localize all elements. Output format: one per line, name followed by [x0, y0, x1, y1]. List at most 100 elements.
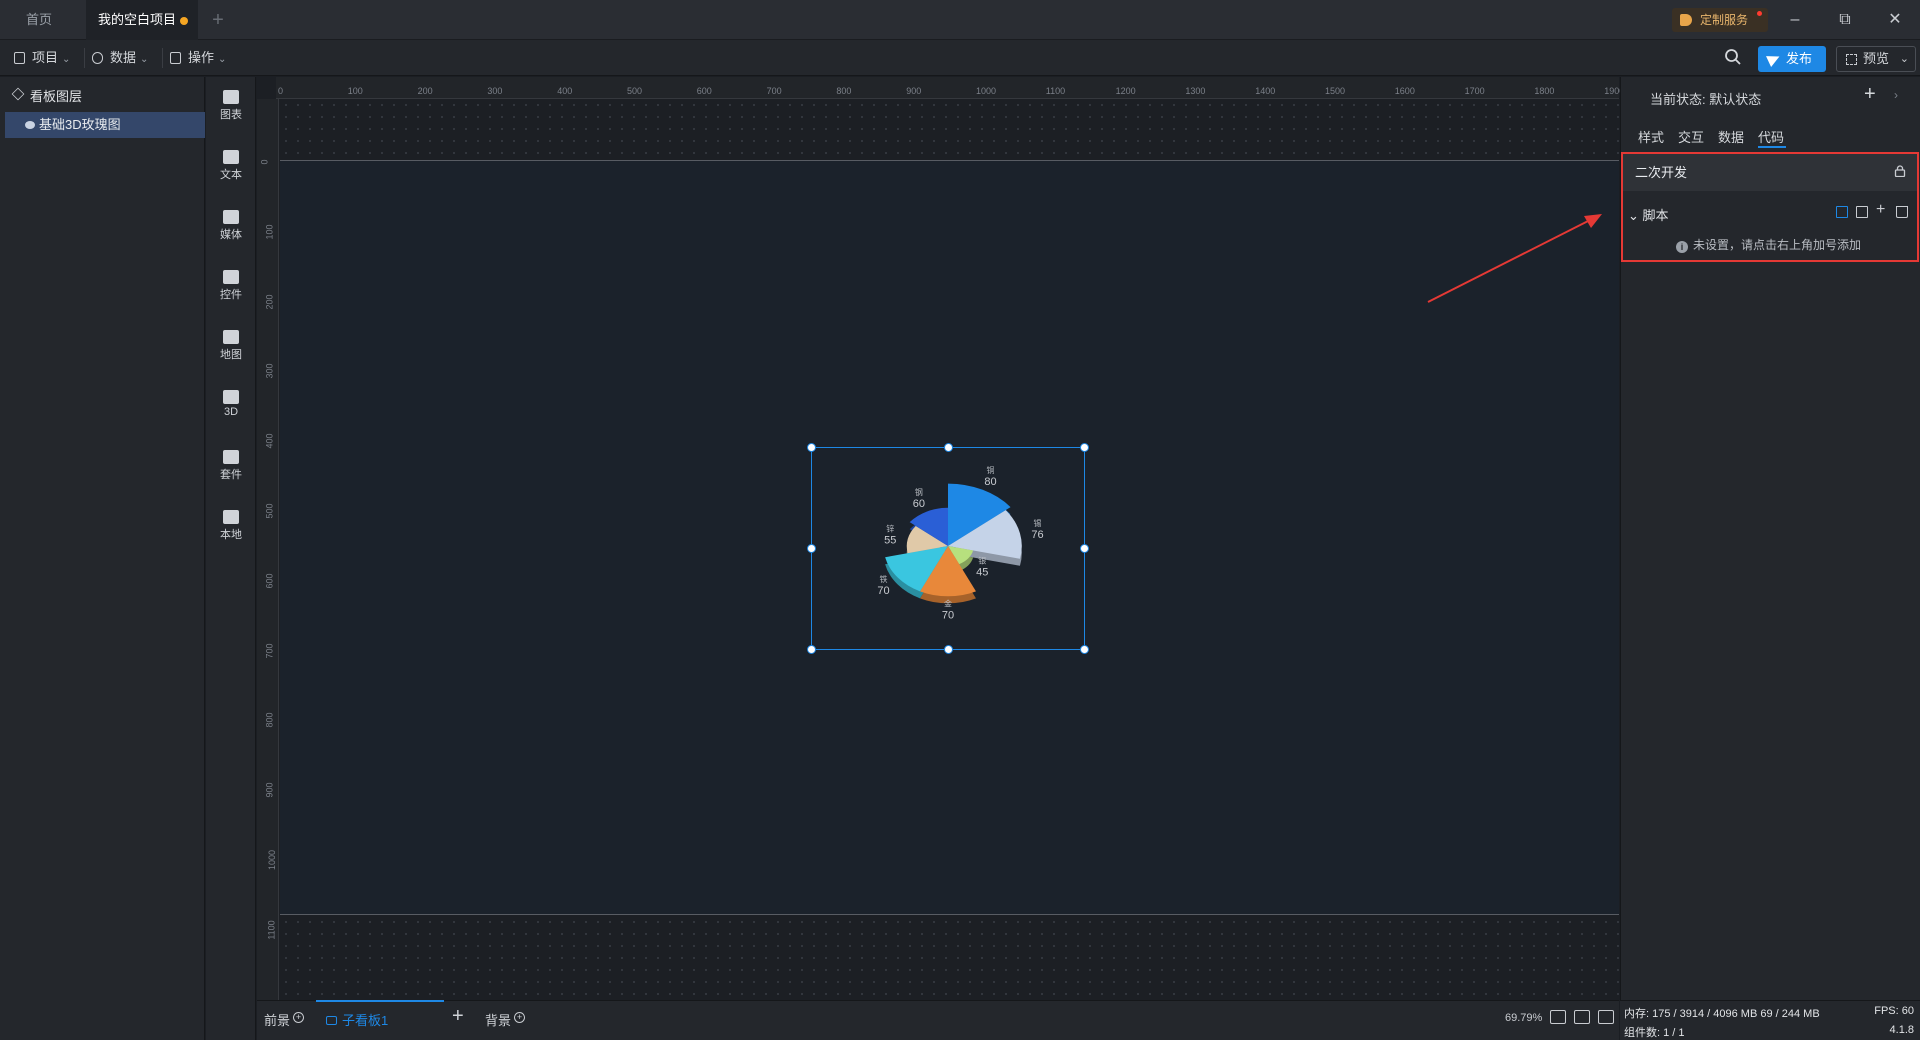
layer-item[interactable]: 基础3D玫瑰图	[5, 112, 205, 138]
minimize-button[interactable]: –	[1771, 0, 1819, 40]
active-tab-indicator	[1758, 146, 1786, 148]
script-section-toggle[interactable]: ⌄ 脚本	[1628, 205, 1669, 224]
toolbar: 项目 ⌄ 数据 ⌄ 操作 ⌄	[0, 40, 1920, 76]
cube-icon	[223, 390, 239, 404]
tab-home[interactable]: 首页	[14, 0, 74, 40]
menu-project-label: 项目	[32, 50, 59, 65]
menu-operation[interactable]: 操作 ⌄	[166, 46, 226, 70]
tab-subboard[interactable]: 子看板1	[316, 1000, 444, 1040]
add-tab-button[interactable]: +	[206, 0, 230, 40]
terminal-icon[interactable]	[1598, 1010, 1614, 1024]
chevron-down-icon: ⌄	[1628, 208, 1639, 223]
component-map[interactable]: 地图	[206, 330, 256, 362]
ruler-tick-label: 1000	[267, 849, 278, 871]
component-local-label: 本地	[220, 529, 242, 541]
tab-project[interactable]: 我的空白项目	[86, 0, 198, 40]
ruler-tick-label: 1700	[1464, 86, 1485, 96]
monitor-icon	[326, 1016, 337, 1025]
ruler-tick-label: 1200	[1115, 86, 1136, 96]
component-3d[interactable]: 3D	[206, 390, 256, 418]
rose-chart[interactable]: 铜80锡76银45金70铁70锌55钢60	[812, 448, 1084, 649]
ruler-tick-label: 1100	[266, 920, 277, 940]
layers-title: 看板图层	[11, 86, 82, 105]
keyboard-icon[interactable]	[1574, 1010, 1590, 1024]
ruler-tick-label: 1400	[1255, 86, 1276, 96]
ruler-tick-label: 1800	[1534, 86, 1555, 96]
rose-value-label: 80	[984, 476, 996, 488]
ruler-tick-label: 700	[264, 643, 275, 659]
trash-icon[interactable]	[1896, 206, 1908, 218]
preview-button[interactable]: 预览 ⌄	[1836, 46, 1916, 72]
tab-code[interactable]: 代码	[1758, 127, 1784, 146]
tab-style[interactable]: 样式	[1638, 127, 1664, 146]
ruler-tick-label: 600	[696, 86, 712, 96]
layout-icon[interactable]	[1836, 206, 1848, 218]
publish-button[interactable]: 发布	[1758, 46, 1826, 72]
rose-category-label: 锡	[1033, 519, 1041, 528]
ruler-tick-label: 200	[264, 294, 275, 310]
chevron-down-icon: ⌄	[62, 54, 71, 65]
ruler-horizontal[interactable]	[276, 77, 1619, 99]
chevron-down-icon[interactable]: ⌄	[1900, 47, 1909, 71]
preview-label: 预览	[1863, 51, 1890, 66]
custom-service-button[interactable]: 定制服务	[1672, 8, 1768, 32]
file-icon	[14, 52, 25, 64]
pie-chart-icon	[25, 121, 35, 129]
tab-background[interactable]: 背景 +	[485, 1010, 526, 1029]
tab-interaction[interactable]: 交互	[1678, 127, 1704, 146]
script-empty-text: 未设置，请点击右上角加号添加	[1693, 238, 1862, 252]
component-kit-label: 套件	[220, 469, 242, 481]
ruler-tick-label: 300	[264, 363, 275, 379]
chevron-down-icon: ⌄	[218, 54, 227, 65]
ruler-tick-label: 300	[487, 86, 503, 96]
component-text[interactable]: 文本	[206, 150, 256, 182]
fit-screen-icon[interactable]	[1550, 1010, 1566, 1024]
current-state: 当前状态: 默认状态	[1650, 92, 1762, 107]
component-media-label: 媒体	[220, 229, 242, 241]
tab-foreground[interactable]: 前景 +	[264, 1010, 305, 1029]
ruler-tick-label: 200	[417, 86, 433, 96]
ruler-tick-label: 1600	[1394, 86, 1415, 96]
component-media[interactable]: 媒体	[206, 210, 256, 242]
component-chart[interactable]: 图表	[206, 90, 256, 122]
component-widget[interactable]: 控件	[206, 270, 256, 302]
add-script-button[interactable]: +	[1876, 201, 1885, 219]
map-icon	[223, 330, 239, 344]
ruler-tick-label: 900	[264, 782, 275, 798]
rose-value-label: 70	[942, 609, 954, 621]
ruler-tick-label: 800	[836, 86, 852, 96]
search-icon[interactable]	[1724, 48, 1742, 66]
restore-button[interactable]: ⧉	[1821, 0, 1869, 40]
add-board-button[interactable]: +	[452, 1005, 464, 1028]
rose-value-label: 76	[1031, 529, 1043, 541]
close-button[interactable]: ✕	[1871, 0, 1919, 40]
component-kit[interactable]: 套件	[206, 450, 256, 482]
plus-circle-icon[interactable]: +	[514, 1012, 526, 1023]
tab-project-label: 我的空白项目	[98, 12, 177, 27]
rose-category-label: 铜	[987, 465, 995, 475]
publish-label: 发布	[1786, 51, 1813, 66]
puzzle-icon	[223, 510, 239, 524]
menu-data[interactable]: 数据 ⌄	[88, 46, 148, 70]
component-local[interactable]: 本地	[206, 510, 256, 542]
add-state-button[interactable]: +	[1864, 83, 1876, 106]
database-icon	[92, 52, 103, 64]
widget-icon	[223, 270, 239, 284]
rose-category-label: 银	[978, 555, 986, 565]
ruler-tick-label: 1000	[976, 86, 997, 96]
rose-category-label: 锌	[886, 524, 894, 534]
divider	[162, 48, 163, 68]
plus-circle-icon[interactable]: +	[293, 1012, 305, 1023]
tab-data[interactable]: 数据	[1718, 127, 1744, 146]
zoom-level[interactable]: 69.79%	[1505, 1012, 1542, 1024]
chevron-right-icon[interactable]: ›	[1894, 88, 1898, 102]
bar-chart-icon	[223, 90, 239, 104]
component-chart-label: 图表	[220, 109, 242, 121]
tab-foreground-label: 前景	[264, 1013, 291, 1028]
ruler-tick-label: 100	[347, 86, 363, 96]
menu-project[interactable]: 项目 ⌄	[10, 46, 70, 70]
rose-category-label: 铁	[879, 574, 887, 584]
table-icon[interactable]	[1856, 206, 1868, 218]
ruler-tick-label: 700	[766, 86, 782, 96]
info-icon: i	[1676, 241, 1688, 253]
